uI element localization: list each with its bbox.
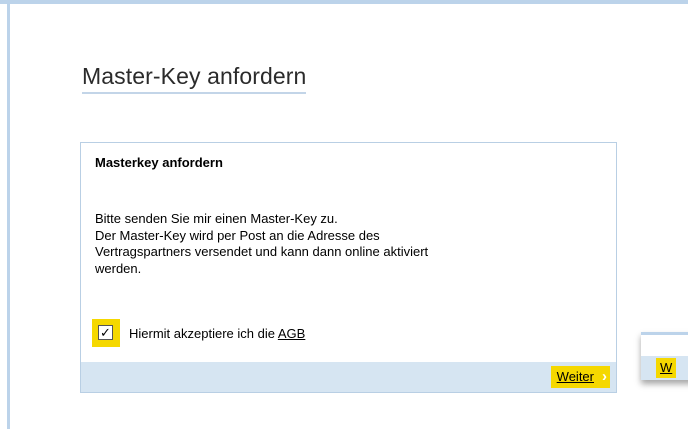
top-border bbox=[0, 0, 688, 4]
card-footer: Weiter › bbox=[81, 362, 616, 392]
description-line: Vertragspartners versendet und kann dann… bbox=[95, 244, 429, 259]
description-line: werden. bbox=[95, 260, 142, 276]
popup-footer: W bbox=[641, 356, 688, 380]
masterkey-card: Masterkey anfordern Bitte senden Sie mir… bbox=[80, 142, 617, 393]
popup-weiter-button[interactable]: W bbox=[656, 358, 677, 378]
checkbox-highlight: ✓ bbox=[92, 319, 120, 347]
weiter-button[interactable]: Weiter › bbox=[550, 366, 610, 388]
chevron-right-icon: › bbox=[602, 368, 607, 385]
weiter-button-label: Weiter bbox=[556, 369, 594, 384]
page-title: Master-Key anfordern bbox=[82, 63, 307, 94]
accept-label-text: Hiermit akzeptiere ich die bbox=[129, 326, 278, 341]
overlay-popup: W bbox=[641, 332, 688, 380]
agb-link[interactable]: AGB bbox=[278, 326, 305, 341]
left-border bbox=[7, 4, 10, 429]
card-description: Bitte senden Sie mir einen Master-Key zu… bbox=[95, 211, 595, 277]
description-line: Der Master-Key wird per Post an die Adre… bbox=[95, 227, 380, 243]
accept-label: Hiermit akzeptiere ich die AGB bbox=[129, 326, 305, 341]
agb-checkbox[interactable]: ✓ bbox=[98, 325, 113, 340]
description-line: Bitte senden Sie mir einen Master-Key zu… bbox=[95, 211, 338, 226]
card-heading: Masterkey anfordern bbox=[95, 155, 223, 170]
